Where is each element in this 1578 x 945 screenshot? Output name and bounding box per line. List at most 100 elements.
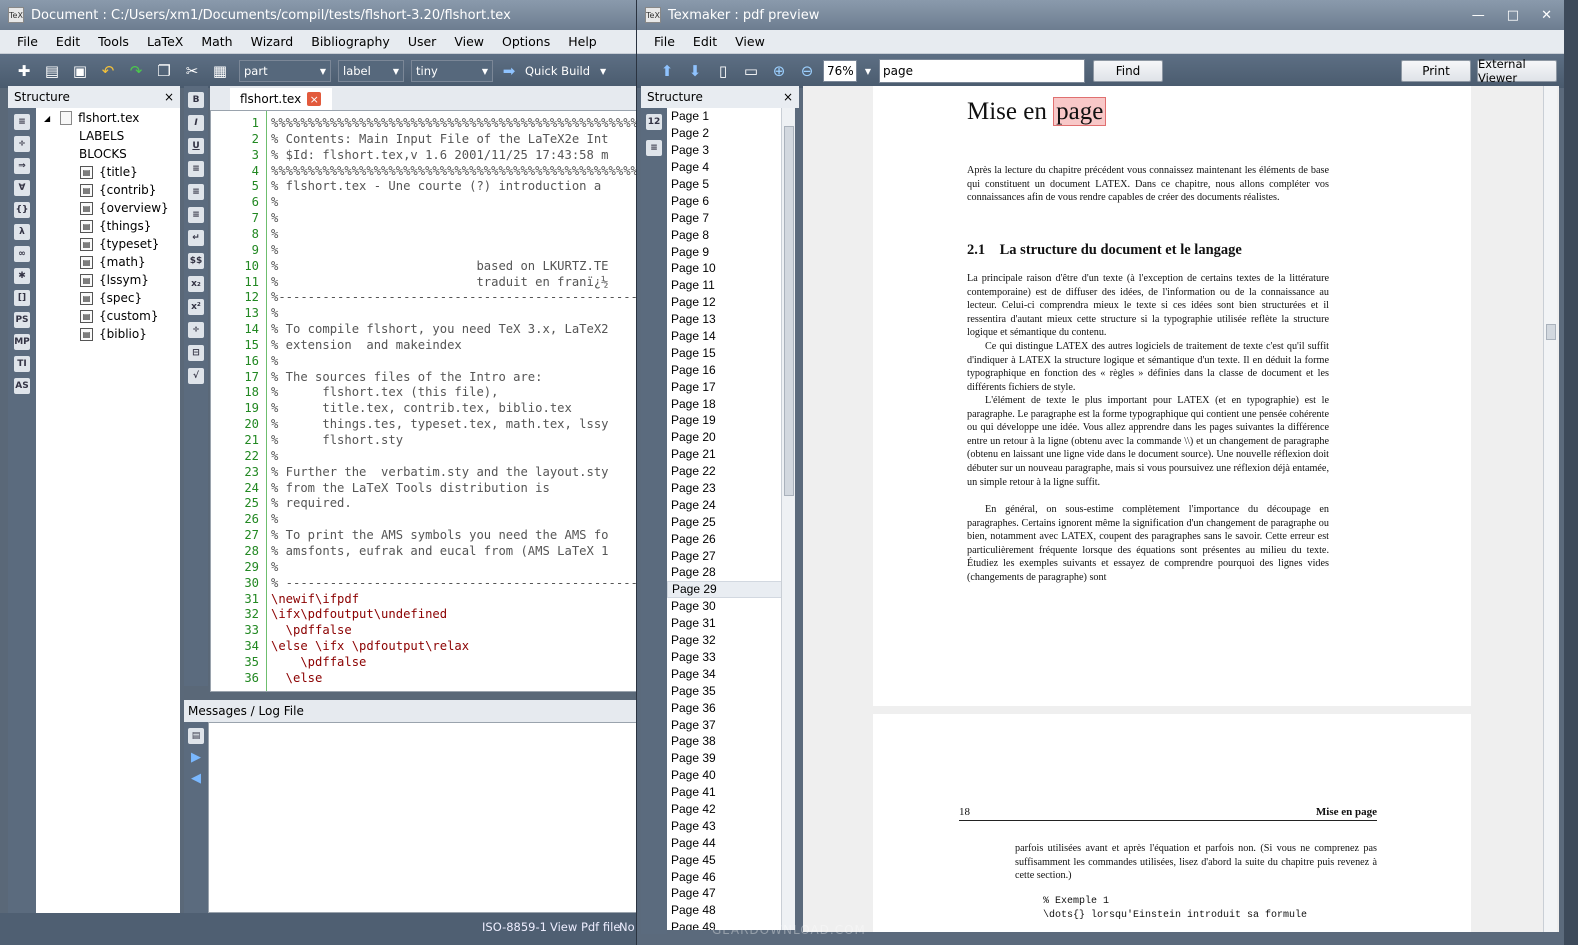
code-editor[interactable]: 1%%%%%%%%%%%%%%%%%%%%%%%%%%%%%%%%%%%%%%%…	[210, 110, 640, 692]
pdf-menu-view[interactable]: View	[726, 34, 774, 49]
page-list-item[interactable]: Page 47	[667, 885, 793, 902]
page-list-item[interactable]: Page 40	[667, 767, 793, 784]
page-list-item[interactable]: Page 18	[667, 395, 793, 412]
page-list-item[interactable]: Page 33	[667, 649, 793, 666]
part-select[interactable]: part ▼	[239, 60, 331, 82]
page-list-item[interactable]: Page 17	[667, 378, 793, 395]
quick-build-select[interactable]: Quick Build ▼	[525, 64, 606, 78]
maximize-icon[interactable]: □	[1507, 8, 1519, 23]
tree-labels[interactable]: LABELS	[36, 127, 180, 145]
subscript-icon[interactable]: x₂	[188, 276, 204, 292]
page-list-item[interactable]: Page 3	[667, 142, 793, 159]
tab-close-icon[interactable]: ×	[307, 92, 322, 106]
pdf-menu-file[interactable]: File	[645, 34, 684, 49]
copy-icon[interactable]: ❐	[152, 59, 176, 83]
search-input[interactable]: page	[879, 59, 1085, 83]
page-list-item[interactable]: Page 9	[667, 243, 793, 260]
outline-icon[interactable]: ≡	[646, 140, 662, 156]
page-list-item[interactable]: Page 7	[667, 209, 793, 226]
tree-item[interactable]: ▤ {custom}	[36, 307, 180, 325]
page-list-item[interactable]: Page 36	[667, 699, 793, 716]
page-list-item[interactable]: Page 27	[667, 547, 793, 564]
page-list-item[interactable]: Page 22	[667, 463, 793, 480]
page-list-item[interactable]: Page 4	[667, 159, 793, 176]
page-list-item[interactable]: Page 24	[667, 496, 793, 513]
page-list-item[interactable]: Page 44	[667, 834, 793, 851]
sqrt-icon[interactable]: √	[188, 368, 204, 384]
page-list-item[interactable]: Page 14	[667, 328, 793, 345]
tree-item[interactable]: ▤ {biblio}	[36, 325, 180, 343]
main-menu-view[interactable]: View	[445, 34, 493, 49]
previous-error-icon[interactable]: ◀	[191, 771, 201, 786]
page-list-item[interactable]: Page 43	[667, 817, 793, 834]
page-list-item[interactable]: Page 23	[667, 480, 793, 497]
page-list-item[interactable]: Page 38	[667, 733, 793, 750]
quick-build-arrow-icon[interactable]: ➡	[497, 59, 521, 83]
page-list-item[interactable]: Page 46	[667, 868, 793, 885]
page-list-item[interactable]: Page 29	[667, 580, 793, 598]
undo-icon[interactable]: ↶	[96, 59, 120, 83]
zoom-in-icon[interactable]: ⊕	[767, 59, 791, 83]
page-list-item[interactable]: Page 15	[667, 344, 793, 361]
pdf-structure-close-button[interactable]: ×	[783, 90, 793, 104]
main-menu-tools[interactable]: Tools	[89, 34, 138, 49]
page-list-item[interactable]: Page 45	[667, 851, 793, 868]
main-menu-math[interactable]: Math	[192, 34, 241, 49]
continuous-page-icon[interactable]: ▭	[739, 59, 763, 83]
page-list-item[interactable]: Page 26	[667, 530, 793, 547]
external-viewer-button[interactable]: External Viewer	[1477, 57, 1557, 85]
paste-icon[interactable]: ▦	[208, 59, 232, 83]
page-list-item[interactable]: Page 16	[667, 361, 793, 378]
page-list-scroll-thumb[interactable]	[784, 126, 794, 496]
cut-icon[interactable]: ✂	[180, 59, 204, 83]
pdf-view[interactable]: Mise en page Après la lecture du chapitr…	[803, 86, 1559, 932]
main-menu-user[interactable]: User	[399, 34, 446, 49]
next-page-icon[interactable]: ⬇	[683, 59, 707, 83]
italic-icon[interactable]: I	[188, 115, 204, 131]
new-file-icon[interactable]: ✚	[12, 59, 36, 83]
zoom-field[interactable]: 76%	[823, 60, 857, 82]
page-list-item[interactable]: Page 30	[667, 598, 793, 615]
dfrac-icon[interactable]: ⊟	[188, 345, 204, 361]
page-list-item[interactable]: Page 6	[667, 192, 793, 209]
pstricks-icon[interactable]: PS	[14, 312, 30, 328]
single-page-icon[interactable]: ▯	[711, 59, 735, 83]
new-line-icon[interactable]: ↵	[188, 230, 204, 246]
previous-page-icon[interactable]: ⬆	[655, 59, 679, 83]
redo-icon[interactable]: ↷	[124, 59, 148, 83]
page-numbers-icon[interactable]: 12	[646, 114, 662, 130]
page-list-item[interactable]: Page 11	[667, 277, 793, 294]
page-list-item[interactable]: Page 5	[667, 176, 793, 193]
arrow-symbols-icon[interactable]: ⇒	[14, 158, 30, 174]
page-list-item[interactable]: Page 1	[667, 108, 793, 125]
tree-blocks[interactable]: BLOCKS	[36, 145, 180, 163]
page-list-item[interactable]: Page 31	[667, 615, 793, 632]
open-file-icon[interactable]: ▤	[40, 59, 64, 83]
main-menu-edit[interactable]: Edit	[47, 34, 89, 49]
main-menu-file[interactable]: File	[8, 34, 47, 49]
tree-item[interactable]: ▤ {spec}	[36, 289, 180, 307]
page-list-item[interactable]: Page 34	[667, 665, 793, 682]
page-list-item[interactable]: Page 12	[667, 294, 793, 311]
find-button[interactable]: Find	[1093, 60, 1163, 82]
page-list-item[interactable]: Page 20	[667, 429, 793, 446]
misc-symbols-icon[interactable]: ∀	[14, 180, 30, 196]
tree-item[interactable]: ▤ {title}	[36, 163, 180, 181]
main-menu-help[interactable]: Help	[559, 34, 606, 49]
page-list-item[interactable]: Page 37	[667, 716, 793, 733]
expand-triangle-icon[interactable]: ◢	[44, 114, 50, 123]
page-list-item[interactable]: Page 21	[667, 446, 793, 463]
superscript-icon[interactable]: x²	[188, 299, 204, 315]
page-list-scrollbar[interactable]	[781, 108, 795, 930]
page-list-item[interactable]: Page 42	[667, 801, 793, 818]
delimiters-icon[interactable]: {}	[14, 202, 30, 218]
print-button[interactable]: Print	[1401, 60, 1471, 82]
view-pdf-link[interactable]: View Pdf file	[550, 920, 620, 934]
tikz-icon[interactable]: TI	[14, 356, 30, 372]
underline-icon[interactable]: U	[188, 138, 204, 154]
page-list-item[interactable]: Page 25	[667, 513, 793, 530]
page-list-item[interactable]: Page 48	[667, 902, 793, 919]
metapost-icon[interactable]: MP	[14, 334, 30, 350]
pdf-scroll-thumb[interactable]	[1546, 324, 1556, 340]
page-list-item[interactable]: Page 10	[667, 260, 793, 277]
